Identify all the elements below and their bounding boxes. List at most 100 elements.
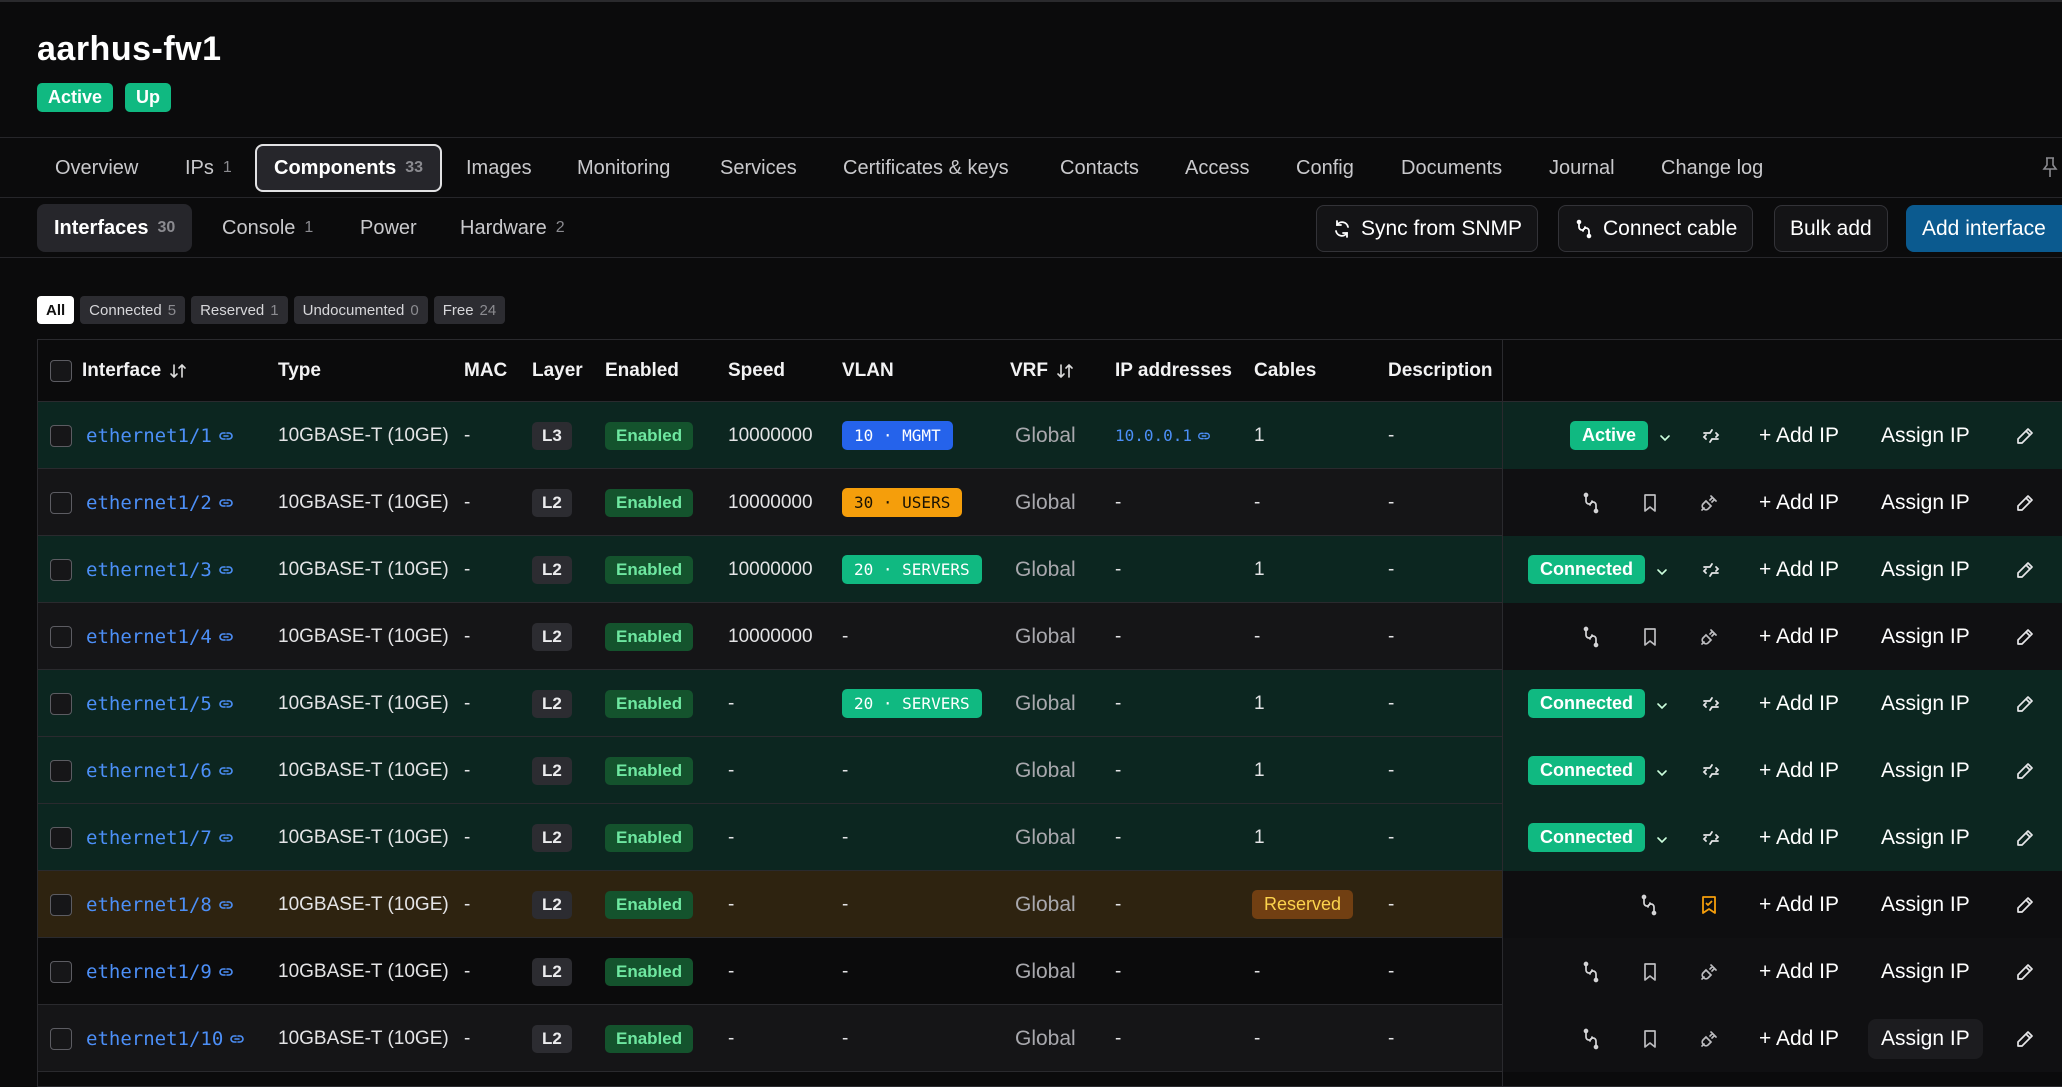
row-checkbox[interactable] [50, 1027, 72, 1050]
filter-undocumented[interactable]: Undocumented 0 [293, 296, 428, 324]
connect-cable-button[interactable]: Connect cable [1558, 205, 1754, 252]
trace-button[interactable] [1700, 670, 1722, 737]
assign-ip-button[interactable]: Assign IP [1881, 469, 1970, 536]
edit-button[interactable] [2014, 737, 2036, 804]
connect-cable-button[interactable] [1580, 603, 1602, 670]
add-ip-button[interactable]: + Add IP [1759, 469, 1839, 536]
vlan-badge[interactable]: 30 · USERS [842, 488, 963, 517]
assign-ip-button[interactable]: Assign IP [1881, 536, 1970, 603]
subtab-interfaces[interactable]: Interfaces 30 [37, 204, 193, 252]
status-dropdown[interactable]: Active [1570, 402, 1672, 469]
tab-certificates-keys[interactable]: Certificates & keys [826, 144, 1026, 192]
assign-ip-button[interactable]: Assign IP [1868, 1005, 1983, 1072]
tab-images[interactable]: Images [449, 144, 549, 192]
tab-access[interactable]: Access [1168, 144, 1266, 192]
connect-cable-button[interactable] [1580, 938, 1602, 1005]
column-interface[interactable]: Interface [82, 340, 187, 402]
filter-free[interactable]: Free 24 [433, 296, 506, 324]
tab-config[interactable]: Config [1279, 144, 1371, 192]
row-checkbox[interactable] [50, 960, 72, 983]
add-ip-button[interactable]: + Add IP [1759, 670, 1839, 737]
edit-button[interactable] [2014, 1005, 2036, 1072]
tab-services[interactable]: Services [703, 144, 814, 192]
interface-link[interactable]: ethernet1/9 [86, 961, 234, 983]
interface-link[interactable]: ethernet1/7 [86, 827, 234, 849]
add-ip-button[interactable]: + Add IP [1759, 402, 1839, 469]
tab-journal[interactable]: Journal [1532, 144, 1632, 192]
select-all-checkbox[interactable] [50, 360, 72, 382]
interface-link[interactable]: ethernet1/4 [86, 626, 234, 648]
trace-button[interactable] [1700, 536, 1722, 603]
tab-monitoring[interactable]: Monitoring [560, 144, 687, 192]
assign-ip-button[interactable]: Assign IP [1881, 603, 1970, 670]
edit-button[interactable] [2014, 536, 2036, 603]
reserve-button[interactable] [1639, 603, 1661, 670]
row-checkbox[interactable] [50, 491, 72, 514]
edit-button[interactable] [2014, 469, 2036, 536]
interface-link[interactable]: ethernet1/6 [86, 760, 234, 782]
reserve-button[interactable] [1639, 469, 1661, 536]
edit-button[interactable] [2014, 871, 2036, 938]
add-ip-button[interactable]: + Add IP [1759, 536, 1839, 603]
add-ip-button[interactable]: + Add IP [1759, 938, 1839, 1005]
interface-link[interactable]: ethernet1/3 [86, 559, 234, 581]
status-dropdown[interactable]: Connected [1528, 737, 1669, 804]
tab-overview[interactable]: Overview [38, 144, 155, 192]
add-ip-button[interactable]: + Add IP [1759, 603, 1839, 670]
unreserve-button[interactable] [1698, 871, 1720, 938]
assign-ip-button[interactable]: Assign IP [1881, 402, 1970, 469]
interface-link[interactable]: ethernet1/10 [86, 1028, 245, 1050]
bulk-add-button[interactable]: Bulk add [1774, 205, 1888, 252]
connect-cable-button[interactable] [1580, 469, 1602, 536]
subtab-console[interactable]: Console 1 [205, 204, 330, 252]
trace-button[interactable] [1700, 402, 1722, 469]
pin-icon[interactable] [2042, 156, 2058, 178]
mark-undocumented-button[interactable] [1698, 938, 1720, 1005]
row-checkbox[interactable] [50, 692, 72, 715]
vlan-badge[interactable]: 20 · SERVERS [842, 689, 982, 718]
add-interface-button[interactable]: Add interface [1906, 205, 2062, 252]
vlan-badge[interactable]: 10 · MGMT [842, 421, 953, 450]
tab-documents[interactable]: Documents [1384, 144, 1519, 192]
row-checkbox[interactable] [50, 424, 72, 447]
row-checkbox[interactable] [50, 826, 72, 849]
filter-all[interactable]: All [37, 296, 75, 324]
edit-button[interactable] [2014, 938, 2036, 1005]
reserve-button[interactable] [1639, 1005, 1661, 1072]
assign-ip-button[interactable]: Assign IP [1881, 871, 1970, 938]
row-checkbox[interactable] [50, 625, 72, 648]
row-checkbox[interactable] [50, 558, 72, 581]
connect-cable-button[interactable] [1580, 1005, 1602, 1072]
connect-cable-button[interactable] [1638, 871, 1660, 938]
interface-link[interactable]: ethernet1/2 [86, 492, 234, 514]
trace-button[interactable] [1700, 804, 1722, 871]
edit-button[interactable] [2014, 670, 2036, 737]
tab-contacts[interactable]: Contacts [1043, 144, 1156, 192]
add-ip-button[interactable]: + Add IP [1759, 1005, 1839, 1072]
filter-connected[interactable]: Connected 5 [80, 296, 186, 324]
add-ip-button[interactable]: + Add IP [1759, 804, 1839, 871]
add-ip-button[interactable]: + Add IP [1759, 737, 1839, 804]
assign-ip-button[interactable]: Assign IP [1881, 737, 1970, 804]
mark-undocumented-button[interactable] [1698, 1005, 1720, 1072]
subtab-hardware[interactable]: Hardware 2 [443, 204, 582, 252]
interface-link[interactable]: ethernet1/5 [86, 693, 234, 715]
status-dropdown[interactable]: Connected [1528, 536, 1669, 603]
tab-ips[interactable]: IPs 1 [168, 144, 249, 192]
status-dropdown[interactable]: Connected [1528, 670, 1669, 737]
assign-ip-button[interactable]: Assign IP [1881, 938, 1970, 1005]
interface-link[interactable]: ethernet1/8 [86, 894, 234, 916]
mark-undocumented-button[interactable] [1698, 469, 1720, 536]
sync-snmp-button[interactable]: Sync from SNMP [1316, 205, 1539, 252]
column-vrf[interactable]: VRF [1010, 340, 1074, 402]
edit-button[interactable] [2014, 804, 2036, 871]
subtab-power[interactable]: Power [343, 204, 434, 252]
status-dropdown[interactable]: Connected [1528, 804, 1669, 871]
tab-components[interactable]: Components 33 [255, 144, 443, 192]
vlan-badge[interactable]: 20 · SERVERS [842, 555, 982, 584]
filter-reserved[interactable]: Reserved 1 [191, 296, 288, 324]
trace-button[interactable] [1700, 737, 1722, 804]
add-ip-button[interactable]: + Add IP [1759, 871, 1839, 938]
row-checkbox[interactable] [50, 759, 72, 782]
edit-button[interactable] [2014, 603, 2036, 670]
